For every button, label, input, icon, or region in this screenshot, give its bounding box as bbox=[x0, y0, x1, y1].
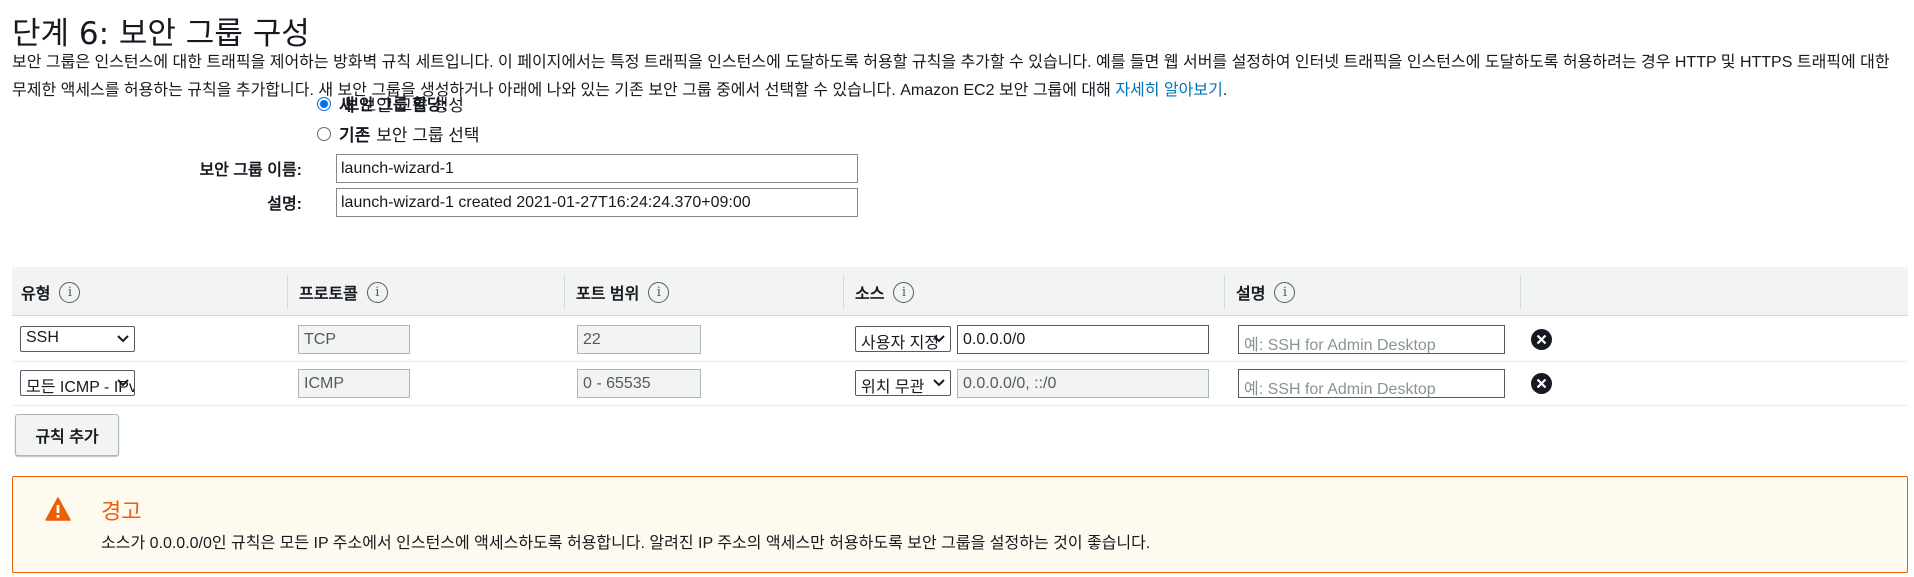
warning-alert: 경고 소스가 0.0.0.0/0인 규칙은 모든 IP 주소에서 인스턴스에 액… bbox=[12, 476, 1908, 573]
radio-existing-security-group[interactable]: 기존 보안 그룹 선택 bbox=[317, 121, 480, 146]
intro-line-1: 보안 그룹은 인스턴스에 대한 트래픽을 제어하는 방화벽 규칙 세트입니다. … bbox=[12, 54, 1608, 71]
warning-body: 소스가 0.0.0.0/0인 규칙은 모든 IP 주소에서 인스턴스에 액세스하… bbox=[101, 535, 1151, 552]
source-select[interactable]: 위치 무관 bbox=[855, 370, 951, 396]
header-protocol-label: 프로토콜 bbox=[299, 286, 358, 303]
source-cidr-input: 0.0.0.0/0, ::/0 bbox=[957, 369, 1209, 398]
header-description: 설명 i bbox=[1236, 280, 1296, 304]
description-label: 설명: bbox=[267, 196, 302, 213]
radio-new-label: 보안 그룹 생성 bbox=[360, 96, 464, 115]
remove-rule-button[interactable] bbox=[1531, 373, 1552, 394]
source-select-value: 위치 무관 bbox=[861, 379, 925, 396]
source-cidr-input[interactable]: 0.0.0.0/0 bbox=[957, 325, 1209, 354]
info-icon[interactable]: i bbox=[648, 281, 670, 303]
radio-existing-bold: 기존 bbox=[339, 126, 371, 145]
intro-end: . bbox=[1222, 82, 1228, 99]
page-title: 단계 6: 보안 그룹 구성 bbox=[12, 16, 310, 52]
info-icon[interactable]: i bbox=[59, 281, 81, 303]
radio-new-security-group[interactable]: 새 보안 그룹 생성 bbox=[317, 91, 464, 116]
header-source-label: 소스 bbox=[855, 286, 885, 303]
header-port-range-label: 포트 범위 bbox=[576, 286, 640, 303]
table-row: 모든 ICMP - IPv4 ICMP 0 - 65535 위치 무관 0.0.… bbox=[12, 362, 1908, 406]
type-select[interactable]: SSH bbox=[20, 326, 135, 352]
header-description-label: 설명 bbox=[1236, 286, 1266, 303]
info-icon[interactable]: i bbox=[1274, 281, 1296, 303]
rule-description-input[interactable]: 예: SSH for Admin Desktop bbox=[1238, 369, 1505, 398]
radio-new-button[interactable] bbox=[317, 96, 331, 111]
info-icon[interactable]: i bbox=[366, 281, 388, 303]
learn-more-link[interactable]: 자세히 알아보기 bbox=[1115, 82, 1223, 99]
type-select-value: SSH bbox=[26, 329, 59, 346]
header-type: 유형 i bbox=[21, 280, 81, 304]
column-divider bbox=[1520, 275, 1521, 309]
port-range-field: 22 bbox=[577, 325, 701, 354]
header-source: 소스 i bbox=[855, 280, 915, 304]
header-type-label: 유형 bbox=[21, 286, 51, 303]
header-port-range: 포트 범위 i bbox=[576, 280, 670, 304]
protocol-field: ICMP bbox=[298, 369, 410, 398]
radio-existing-label: 보안 그룹 선택 bbox=[376, 126, 480, 145]
radio-new-bold: 새 bbox=[339, 96, 355, 115]
security-group-name-input[interactable]: launch-wizard-1 bbox=[336, 154, 858, 183]
chevron-down-icon bbox=[117, 379, 129, 387]
warning-title: 경고 bbox=[101, 500, 142, 525]
table-row: SSH TCP 22 사용자 지정 0.0.0.0/0 예: SSH for A… bbox=[12, 318, 1908, 362]
warning-triangle-icon bbox=[45, 497, 71, 521]
column-divider bbox=[843, 275, 844, 309]
close-icon bbox=[1536, 334, 1547, 345]
remove-rule-button[interactable] bbox=[1531, 329, 1552, 350]
column-divider bbox=[1224, 275, 1225, 309]
close-icon bbox=[1536, 378, 1547, 389]
port-range-field: 0 - 65535 bbox=[577, 369, 701, 398]
rules-table-header: 유형 i 프로토콜 i 포트 범위 i 소스 i 설명 i bbox=[12, 267, 1908, 316]
header-protocol: 프로토콜 i bbox=[299, 280, 388, 304]
type-select[interactable]: 모든 ICMP - IPv4 bbox=[20, 370, 135, 396]
source-select-value: 사용자 지정 bbox=[861, 335, 940, 352]
chevron-down-icon bbox=[933, 335, 945, 343]
info-icon[interactable]: i bbox=[893, 281, 915, 303]
chevron-down-icon bbox=[117, 335, 129, 343]
radio-existing-button[interactable] bbox=[317, 126, 331, 141]
column-divider bbox=[564, 275, 565, 309]
security-group-name-label: 보안 그룹 이름: bbox=[199, 162, 302, 179]
add-rule-button[interactable]: 규칙 추가 bbox=[15, 414, 119, 456]
column-divider bbox=[287, 275, 288, 309]
description-input[interactable]: launch-wizard-1 created 2021-01-27T16:24… bbox=[336, 188, 858, 217]
chevron-down-icon bbox=[933, 379, 945, 387]
rule-description-input[interactable]: 예: SSH for Admin Desktop bbox=[1238, 325, 1505, 354]
protocol-field: TCP bbox=[298, 325, 410, 354]
source-select[interactable]: 사용자 지정 bbox=[855, 326, 951, 352]
